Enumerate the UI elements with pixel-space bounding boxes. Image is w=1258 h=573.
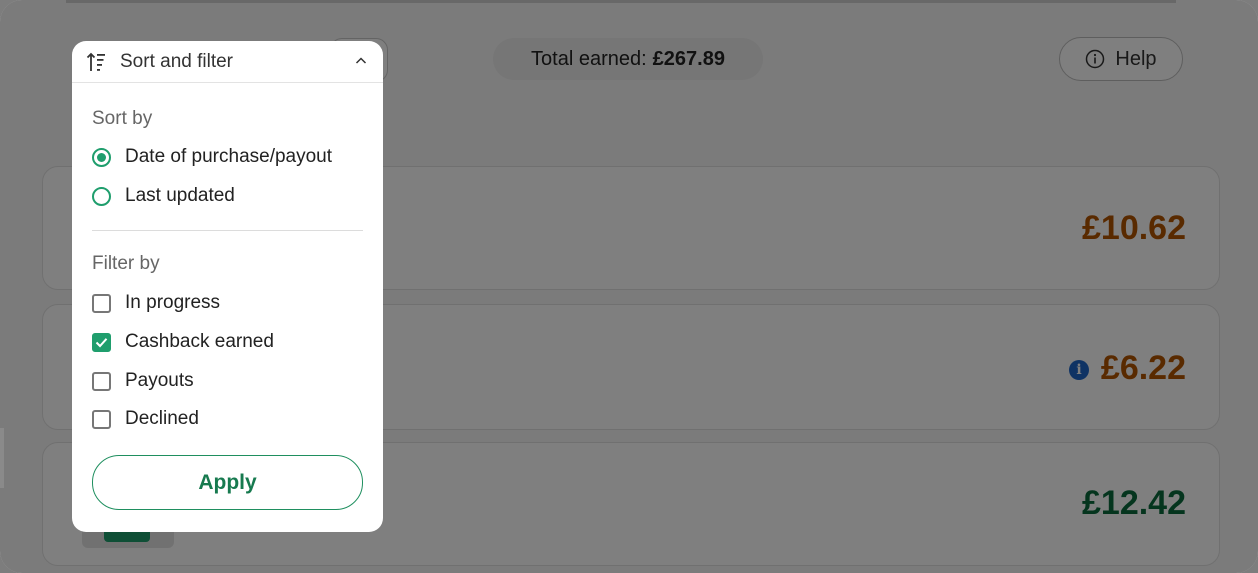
section-divider: [92, 230, 363, 231]
sort-option-last-updated[interactable]: Last updated: [92, 183, 235, 209]
checkbox-unchecked-icon[interactable]: [92, 409, 111, 429]
sort-option-date[interactable]: Date of purchase/payout: [92, 144, 332, 170]
filter-option-label: Payouts: [125, 370, 194, 391]
checkbox-checked-icon[interactable]: [92, 332, 111, 352]
filter-option-payouts[interactable]: Payouts: [92, 368, 194, 394]
filter-option-in-progress[interactable]: In progress: [92, 290, 220, 316]
radio-unselected-icon[interactable]: [92, 186, 111, 206]
checkmark-icon: [95, 337, 108, 347]
checkbox-unchecked-icon[interactable]: [92, 293, 111, 313]
filter-option-declined[interactable]: Declined: [92, 406, 199, 432]
sort-icon: [86, 52, 105, 71]
chevron-up-icon[interactable]: [355, 55, 367, 67]
sort-option-label: Last updated: [125, 185, 235, 206]
sort-filter-header[interactable]: Sort and filter: [72, 41, 383, 83]
panel-title: Sort and filter: [120, 50, 233, 72]
filter-option-label: Cashback earned: [125, 331, 274, 352]
filter-by-label: Filter by: [92, 253, 160, 274]
radio-selected-icon[interactable]: [92, 147, 111, 167]
left-edge-shadow: [0, 428, 4, 488]
filter-option-label: Declined: [125, 408, 199, 429]
apply-button[interactable]: Apply: [92, 455, 363, 510]
sort-by-label: Sort by: [92, 108, 153, 129]
sort-option-label: Date of purchase/payout: [125, 146, 333, 167]
filter-option-label: In progress: [125, 292, 221, 313]
checkbox-unchecked-icon[interactable]: [92, 371, 111, 391]
app-frame: Total earned: £267.89 Help £10.62 i £6.2…: [0, 0, 1258, 573]
sort-filter-panel: Sort and filter Sort by Date of purchase…: [72, 41, 383, 532]
filter-option-cashback-earned[interactable]: Cashback earned: [92, 329, 274, 355]
